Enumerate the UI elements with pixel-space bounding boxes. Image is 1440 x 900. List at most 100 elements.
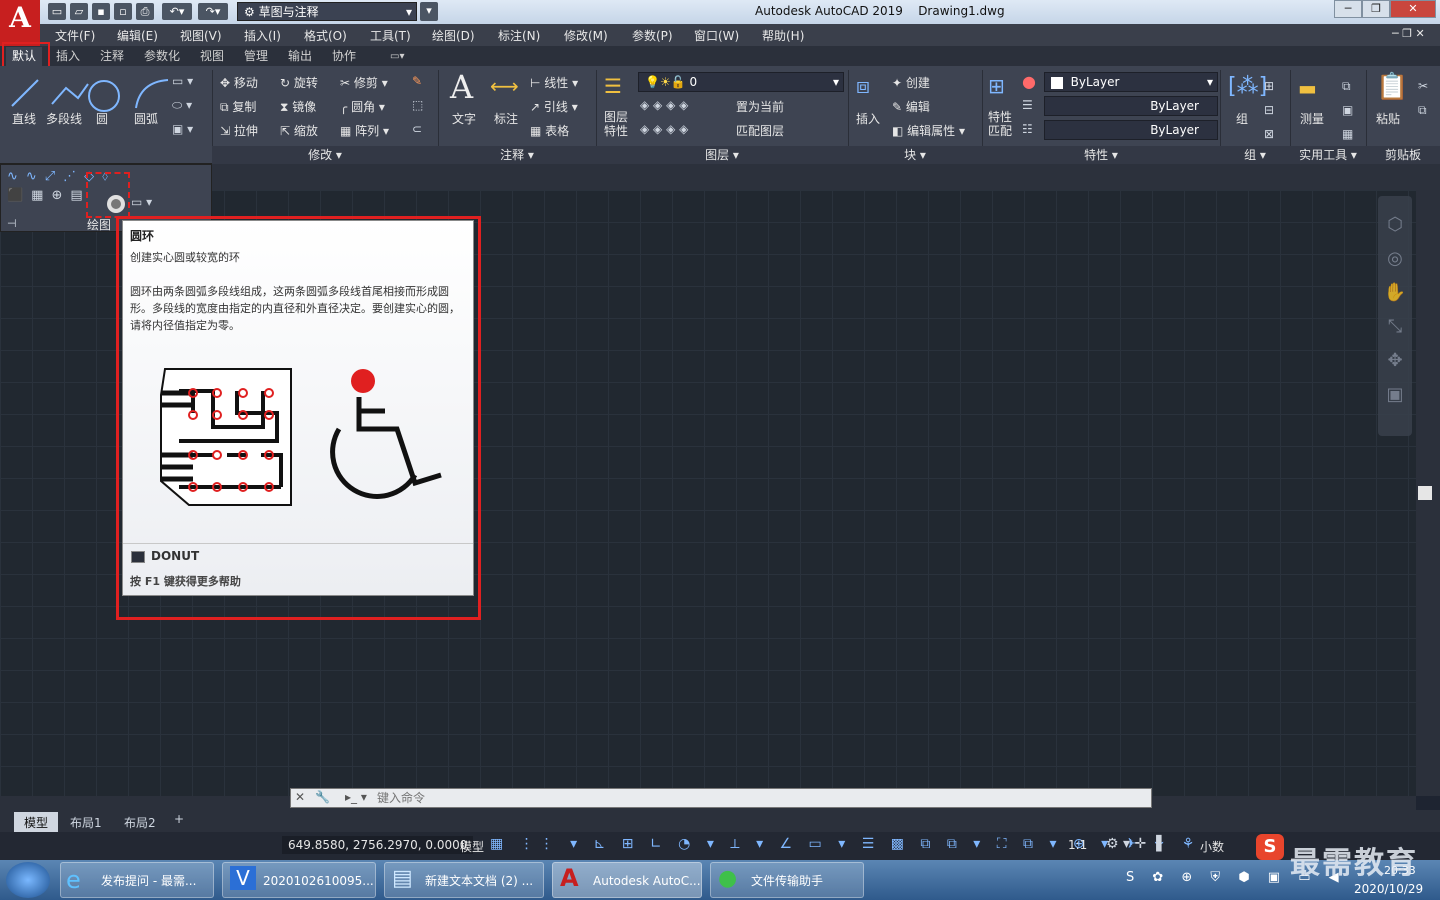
undo-icon[interactable]: ↶▾ [162,3,192,20]
menu-window[interactable]: 窗口(W) [694,27,739,44]
polyline-button[interactable]: 多段线 [46,110,82,127]
group-button[interactable]: 组 [1236,110,1248,127]
pin-icon[interactable]: ⊣ [7,217,17,230]
modify-group-title[interactable]: 修改 ▾ [212,146,438,164]
rectangle-icon[interactable]: ▭ ▾ [172,74,193,88]
open-file-icon[interactable]: ▱ [70,3,88,20]
tab-layout1[interactable]: 布局1 [62,812,110,833]
tab-output[interactable]: 输出 [282,47,318,66]
tab-model[interactable]: 模型 [14,812,59,833]
utilities-icons[interactable]: ⧉ ▣ ▦ [1342,74,1353,146]
lineweight-dropdown[interactable]: ByLayer [1044,120,1218,140]
menu-modify[interactable]: 修改(M) [564,27,608,44]
rotate-button[interactable]: ↻ 旋转 [280,74,318,91]
taskbar-ie[interactable]: 发布提问 - 最需... [60,862,214,898]
hatch-icon[interactable]: ⬭ ▾ [172,98,192,113]
mirror-button[interactable]: ⧗ 镜像 [280,98,316,115]
clipboard-group-title[interactable]: 剪贴板 [1366,146,1440,164]
doc-window-controls[interactable]: ─ ❐ ✕ [1392,27,1425,40]
region-icon[interactable]: ▣ ▾ [172,122,193,136]
rectangle-dropdown-icon[interactable]: ▭ ▾ [131,195,152,209]
tab-annotate[interactable]: 注释 [94,47,130,66]
tab-parametric[interactable]: 参数化 [138,47,186,66]
match-layer-button[interactable]: 匹配图层 [736,122,784,139]
trim-button[interactable]: ✂ 修剪 ▾ [340,74,388,91]
table-button[interactable]: ▦ 表格 [530,122,569,139]
clipboard-icons[interactable]: ✂ ⧉ [1418,74,1428,122]
minimize-button[interactable]: ─ [1334,0,1362,18]
edit-attributes-button[interactable]: ◧ 编辑属性 ▾ [892,122,965,139]
menu-tools[interactable]: 工具(T) [370,27,411,44]
erase-icon[interactable]: ✎ [412,74,422,88]
explode-icon[interactable]: ⬚ [412,98,423,112]
menu-insert[interactable]: 插入(I) [244,27,281,44]
menu-edit[interactable]: 编辑(E) [117,27,158,44]
settings-icon[interactable]: ⚙ ▾ ✛ ▐ [1106,836,1161,852]
match-properties-button[interactable]: 特性匹配 [988,110,1014,138]
properties-group-title[interactable]: 特性 ▾ [982,146,1220,164]
menu-parametric[interactable]: 参数(P) [632,27,673,44]
units-display[interactable]: 小数 [1200,838,1224,855]
menu-dimension[interactable]: 标注(N) [498,27,540,44]
nav-tools-icons[interactable]: ⬡ ◎ ✋ ⤡ ✥ ▣ [1378,208,1412,412]
scale-button[interactable]: ⇱ 缩放 [280,122,318,139]
wrench-icon[interactable]: 🔧 [315,790,330,804]
tab-manage[interactable]: 管理 [238,47,274,66]
save-as-icon[interactable]: ▫ [114,3,132,20]
ribbon-minimize-icon[interactable]: ▭▾ [384,47,410,66]
tab-insert[interactable]: 插入 [50,47,86,66]
maximize-button[interactable]: ❐ [1362,0,1390,18]
create-block-button[interactable]: ✦ 创建 [892,74,930,91]
insert-block-button[interactable]: 插入 [856,110,880,127]
set-current-button[interactable]: 置为当前 [736,98,784,115]
linetype-dropdown[interactable]: ByLayer [1044,96,1218,116]
leader-button[interactable]: ↗ 引线 ▾ [530,98,578,115]
fillet-button[interactable]: ╭ 圆角 ▾ [340,98,385,115]
close-button[interactable]: ✕ [1390,0,1436,18]
coordinates-display[interactable]: 649.8580, 2756.2970, 0.0000 [282,836,474,854]
text-button[interactable]: 文字 [452,110,476,127]
tab-view[interactable]: 视图 [194,47,230,66]
groups-group-title[interactable]: 组 ▾ [1220,146,1290,164]
new-file-icon[interactable]: ▭ [48,3,66,20]
copy-button[interactable]: ⧉ 复制 [220,98,256,115]
close-icon[interactable]: ✕ [295,790,305,804]
menu-format[interactable]: 格式(O) [304,27,347,44]
group-tools-icons[interactable]: ⊞ ⊟ ⊠ [1264,74,1274,146]
application-menu-button[interactable]: A [0,0,40,46]
layer-properties-button[interactable]: 图层特性 [604,110,630,138]
menu-help[interactable]: 帮助(H) [762,27,804,44]
save-icon[interactable]: ▪ [92,3,110,20]
command-input[interactable] [377,790,1137,806]
array-button[interactable]: ▦ 阵列 ▾ [340,122,389,139]
command-prompt-icon[interactable]: ▸_ ▾ [345,790,367,804]
start-button[interactable] [6,862,50,898]
menu-file[interactable]: 文件(F) [55,27,95,44]
layers-group-title[interactable]: 图层 ▾ [596,146,848,164]
stretch-button[interactable]: ⇲ 拉伸 [220,122,258,139]
edit-block-button[interactable]: ✎ 编辑 [892,98,930,115]
menu-view[interactable]: 视图(V) [180,27,222,44]
offset-icon[interactable]: ⊂ [412,122,422,136]
utilities-group-title[interactable]: 实用工具 ▾ [1290,146,1366,164]
dimension-button[interactable]: 标注 [494,110,518,127]
navigation-bar[interactable]: ⬡ ◎ ✋ ⤡ ✥ ▣ [1378,196,1412,436]
tab-collaborate[interactable]: 协作 [326,47,362,66]
annotation-group-title[interactable]: 注释 ▾ [438,146,596,164]
workspace-selector[interactable]: ⚙ 草图与注释 ▾ [237,2,417,21]
model-space-toggle[interactable]: 模型 [460,838,484,855]
annotation-scale[interactable]: 1:1 [1068,838,1087,852]
add-layout-icon[interactable]: + [174,812,184,826]
line-button[interactable]: 直线 [12,110,36,127]
linear-button[interactable]: ⊢ 线性 ▾ [530,74,578,91]
circle-button[interactable]: 圆 [96,110,108,127]
arc-button[interactable]: 圆弧 [134,110,158,127]
layer-tools-row1[interactable]: ◈ ◈ ◈ ◈ [640,98,688,112]
redo-icon[interactable]: ↷▾ [198,3,228,20]
drafting-tools-icons[interactable]: ▦ ⋮⋮ ▾ ⊾ ⊞ ∟ ◔ ▾ ⟂ ▾ ∠ ▭ ▾ ☰ ▩ ⧉ ⧉ ▾ ⛶ ⧉… [490,836,1200,852]
print-icon[interactable]: ⎙ [136,3,154,20]
customize-toolbar-icon[interactable]: ▾ [420,2,438,21]
paste-button[interactable]: 粘贴 [1376,110,1400,127]
layer-dropdown[interactable]: 💡☀🔓 0 ▾ [638,72,844,92]
tab-layout2[interactable]: 布局2 [116,812,164,833]
